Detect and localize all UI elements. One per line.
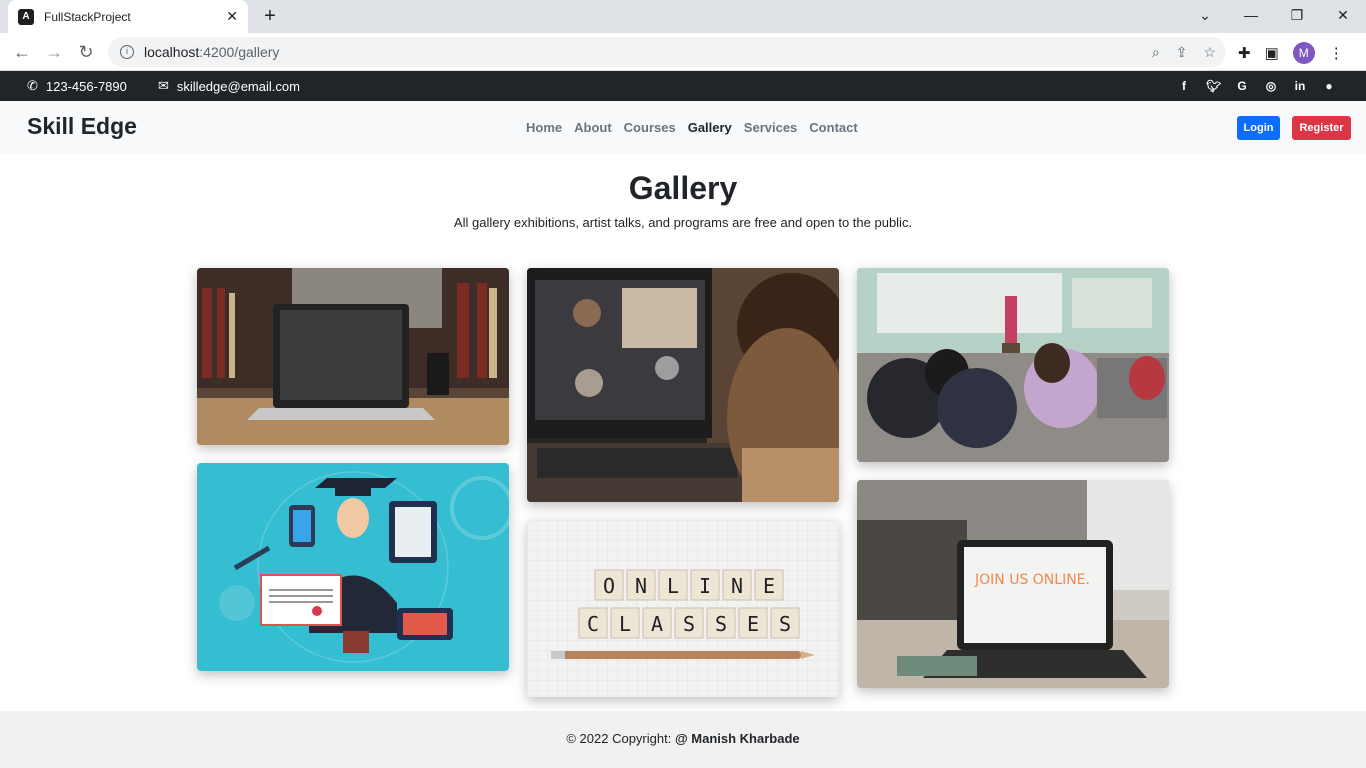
login-button[interactable]: Login bbox=[1237, 116, 1280, 140]
close-tab-icon[interactable]: ✕ bbox=[226, 8, 238, 25]
nav-contact[interactable]: Contact bbox=[809, 120, 857, 135]
reload-icon[interactable]: ↻ bbox=[74, 40, 98, 64]
svg-text:L: L bbox=[667, 574, 679, 598]
gallery-image-kid-at-computer[interactable] bbox=[527, 268, 839, 502]
svg-text:S: S bbox=[715, 612, 727, 636]
tab-title: FullStackProject bbox=[44, 9, 131, 24]
profile-avatar[interactable]: M bbox=[1292, 42, 1315, 64]
bookmark-star-icon[interactable]: ☆ bbox=[1203, 44, 1216, 61]
address-bar[interactable]: i localhost:4200/gallery ⌕ ⇪ ☆ bbox=[108, 37, 1226, 67]
footer: © 2022 Copyright: @ Manish Kharbade bbox=[0, 711, 1366, 768]
nav-gallery[interactable]: Gallery bbox=[688, 120, 732, 135]
svg-text:A: A bbox=[651, 612, 663, 636]
page-subtitle: All gallery exhibitions, artist talks, a… bbox=[453, 215, 913, 230]
side-panel-icon[interactable]: ▣ bbox=[1265, 44, 1279, 62]
svg-text:L: L bbox=[619, 612, 631, 636]
back-icon[interactable]: ← bbox=[10, 40, 34, 64]
phone-number[interactable]: 123-456-7890 bbox=[46, 79, 127, 94]
url-host: localhost bbox=[144, 44, 200, 60]
nav-about[interactable]: About bbox=[574, 120, 612, 135]
menu-kebab-icon[interactable]: ⋮ bbox=[1329, 44, 1344, 62]
footer-copyright: © 2022 Copyright: bbox=[566, 731, 672, 746]
svg-text:E: E bbox=[747, 612, 759, 636]
envelope-icon: ✉ bbox=[158, 78, 169, 93]
linkedin-icon[interactable]: in bbox=[1293, 79, 1307, 93]
phone-icon: ✆ bbox=[27, 78, 38, 93]
gallery-image-classroom[interactable] bbox=[857, 268, 1169, 462]
browser-toolbar: ← → ↻ i localhost:4200/gallery ⌕ ⇪ ☆ ✚ ▣… bbox=[0, 33, 1366, 71]
restore-icon[interactable]: ❐ bbox=[1274, 0, 1320, 33]
email-address[interactable]: skilledge@email.com bbox=[177, 79, 300, 94]
svg-text:O: O bbox=[603, 574, 615, 598]
browser-tabstrip: A FullStackProject ✕ + ⌄ — ❐ ✕ bbox=[0, 0, 1366, 33]
zoom-icon[interactable]: ⌕ bbox=[1152, 44, 1160, 61]
google-icon[interactable]: G bbox=[1235, 79, 1249, 93]
github-icon[interactable]: ● bbox=[1322, 79, 1336, 93]
url-path: :4200/gallery bbox=[199, 44, 280, 60]
facebook-icon[interactable]: f bbox=[1177, 79, 1191, 93]
nav-home[interactable]: Home bbox=[526, 120, 562, 135]
instagram-icon[interactable]: ◎ bbox=[1264, 79, 1278, 93]
gallery-image-join-us-online[interactable]: JOIN US ONLINE. bbox=[857, 480, 1169, 688]
brand-logo[interactable]: Skill Edge bbox=[27, 113, 137, 140]
extensions-icon[interactable]: ✚ bbox=[1238, 44, 1251, 62]
tab-search-icon[interactable]: ⌄ bbox=[1182, 0, 1228, 33]
angular-icon: A bbox=[18, 8, 34, 25]
browser-tab[interactable]: A FullStackProject ✕ bbox=[8, 0, 248, 33]
svg-text:E: E bbox=[763, 574, 775, 598]
site-info-icon[interactable]: i bbox=[120, 45, 134, 59]
footer-author[interactable]: @ Manish Kharbade bbox=[675, 731, 800, 746]
svg-text:C: C bbox=[587, 612, 599, 636]
share-icon[interactable]: ⇪ bbox=[1176, 44, 1188, 61]
gallery-image-graduate-illustration[interactable] bbox=[197, 463, 509, 671]
svg-text:N: N bbox=[731, 574, 743, 598]
close-window-icon[interactable]: ✕ bbox=[1320, 0, 1366, 33]
forward-icon[interactable]: → bbox=[42, 40, 66, 64]
page-title: Gallery bbox=[628, 170, 738, 206]
twitter-icon[interactable]: 🐦︎ bbox=[1206, 79, 1221, 93]
minimize-icon[interactable]: — bbox=[1228, 0, 1274, 33]
gallery-image-online-classes[interactable]: ONLINE CLASSES bbox=[527, 520, 839, 697]
svg-text:S: S bbox=[683, 612, 695, 636]
nav-services[interactable]: Services bbox=[744, 120, 798, 135]
register-button[interactable]: Register bbox=[1292, 116, 1351, 140]
svg-text:I: I bbox=[699, 574, 711, 598]
nav-courses[interactable]: Courses bbox=[624, 120, 676, 135]
contact-topbar: ✆ 123-456-7890 ✉ skilledge@email.com f 🐦… bbox=[0, 71, 1366, 101]
main-navbar: Skill Edge Home About Courses Gallery Se… bbox=[0, 101, 1366, 154]
svg-text:JOIN US ONLINE.: JOIN US ONLINE. bbox=[974, 572, 1090, 588]
svg-text:S: S bbox=[779, 612, 791, 636]
new-tab-icon[interactable]: + bbox=[258, 5, 282, 29]
gallery-image-never-stop-learning[interactable] bbox=[197, 268, 509, 445]
svg-text:N: N bbox=[635, 574, 647, 598]
